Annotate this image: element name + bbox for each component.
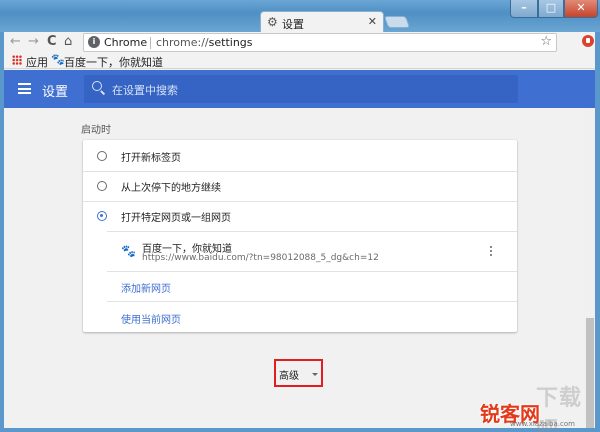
- radio-open-new-tab[interactable]: [97, 151, 107, 161]
- url-text: chrome://settings: [156, 36, 253, 49]
- radio-label-open-specific-pages[interactable]: 打开特定网页或一组网页: [121, 209, 231, 224]
- omnibox-separator: [150, 37, 151, 49]
- divider: [83, 171, 517, 172]
- extension-icon[interactable]: [582, 35, 594, 47]
- chevron-down-icon[interactable]: [312, 373, 318, 376]
- tab-close-icon[interactable]: ✕: [368, 15, 377, 28]
- watermark-url: www.xiazaiba.com: [510, 420, 575, 428]
- section-on-startup-label: 启动时: [81, 125, 111, 136]
- divider: [83, 201, 517, 202]
- browser-toolbar: ← → C ⌂ i Chrome chrome://settings ☆: [4, 32, 595, 52]
- more-vert-icon[interactable]: [488, 246, 494, 258]
- bookmark-baidu[interactable]: 百度一下，你就知道: [64, 54, 163, 70]
- home-icon[interactable]: ⌂: [64, 34, 72, 50]
- url-path: settings: [208, 36, 253, 49]
- address-bar[interactable]: i Chrome chrome://settings ☆: [83, 33, 557, 52]
- on-startup-card: [83, 140, 517, 332]
- settings-header: 设置 在设置中搜索: [4, 70, 595, 108]
- site-label: Chrome: [104, 36, 148, 49]
- close-icon: ✕: [576, 1, 586, 14]
- radio-label-continue-where-left[interactable]: 从上次停下的地方继续: [121, 179, 221, 194]
- minimize-button[interactable]: –: [510, 0, 538, 18]
- radio-open-specific-pages[interactable]: [97, 211, 107, 221]
- scrollbar-thumb[interactable]: [586, 318, 594, 428]
- maximize-icon: □: [545, 1, 557, 14]
- settings-search-input[interactable]: 在设置中搜索: [84, 75, 518, 103]
- radio-continue-where-left[interactable]: [97, 181, 107, 191]
- search-placeholder: 在设置中搜索: [112, 84, 178, 97]
- tab-title: 设置: [282, 18, 304, 31]
- search-icon: [92, 81, 102, 91]
- bookmark-apps[interactable]: 应用: [26, 54, 48, 70]
- window-frame-right: [595, 32, 600, 432]
- new-tab-button[interactable]: [383, 16, 411, 28]
- baidu-paw-icon: 🐾: [51, 53, 65, 66]
- bookmarks-bar: 应用 🐾 百度一下，你就知道: [4, 52, 595, 69]
- divider: [107, 301, 517, 302]
- back-icon[interactable]: ←: [10, 34, 21, 50]
- hamburger-menu-icon[interactable]: [18, 83, 31, 94]
- forward-icon[interactable]: →: [28, 34, 39, 50]
- advanced-button[interactable]: 高级: [279, 367, 299, 382]
- url-scheme: chrome://: [156, 36, 209, 49]
- watermark: 下载吧 锐客网 www.xiazaiba.com: [476, 380, 586, 432]
- window-frame-bottom: [0, 428, 600, 432]
- minimize-icon: –: [521, 1, 527, 14]
- divider: [107, 231, 517, 232]
- maximize-button[interactable]: □: [538, 0, 564, 18]
- add-new-page-link[interactable]: 添加新网页: [121, 280, 171, 295]
- gear-icon: ⚙: [267, 15, 278, 29]
- page-title: 设置: [42, 85, 69, 100]
- startup-page-url: https://www.baidu.com/?tn=98012088_5_dg&…: [142, 253, 379, 263]
- divider: [107, 271, 517, 272]
- tab-settings[interactable]: ⚙ 设置 ✕: [260, 11, 384, 33]
- radio-label-open-new-tab[interactable]: 打开新标签页: [121, 149, 181, 164]
- baidu-favicon: 🐾: [121, 244, 136, 258]
- apps-grid-icon[interactable]: [12, 55, 22, 65]
- close-window-button[interactable]: ✕: [564, 0, 598, 18]
- reload-icon[interactable]: C: [47, 34, 57, 50]
- bookmark-star-icon[interactable]: ☆: [540, 34, 552, 49]
- site-info-icon[interactable]: i: [88, 36, 100, 48]
- use-current-pages-link[interactable]: 使用当前网页: [121, 311, 181, 326]
